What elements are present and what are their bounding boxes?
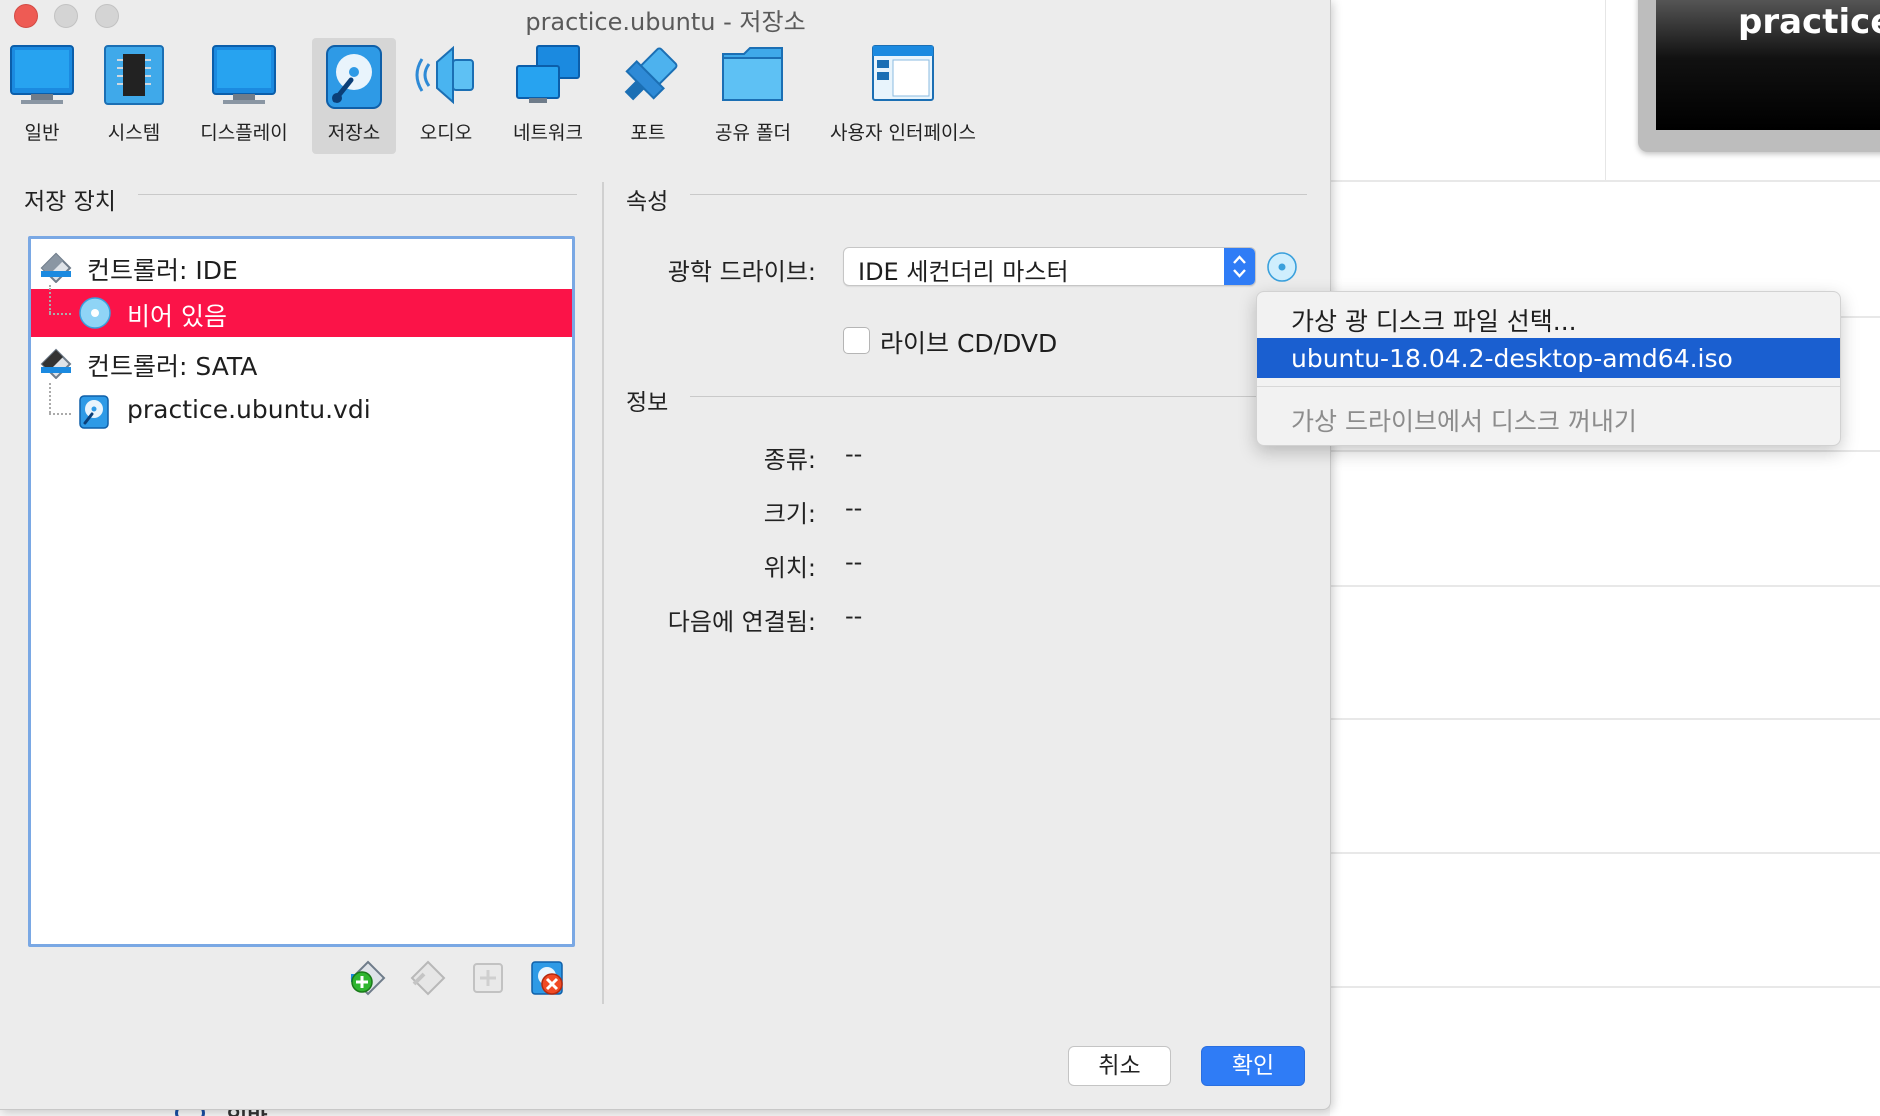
tree-item-label: 비어 있음	[127, 302, 227, 331]
tab-label: 사용자 인터페이스	[830, 122, 976, 144]
ui-window-icon	[872, 45, 934, 101]
pane-separator	[602, 182, 604, 1004]
info-location-value: --	[845, 548, 863, 576]
menu-item-label: 가상 광 디스크 파일 선택...	[1291, 307, 1577, 336]
menu-item-choose-disk-file[interactable]: 가상 광 디스크 파일 선택...	[1257, 296, 1840, 336]
tree-item-sata-controller[interactable]: 컨트롤러: SATA	[31, 339, 572, 387]
cd-icon	[79, 297, 111, 329]
vm-preview-screen: practice.u	[1656, 0, 1880, 130]
info-type-value: --	[845, 440, 863, 468]
folder-icon	[722, 47, 783, 101]
display-icon	[212, 45, 276, 104]
tab-system[interactable]: 시스템	[94, 38, 174, 154]
divider	[138, 194, 577, 195]
tree-item-vdi-disk[interactable]: practice.ubuntu.vdi	[31, 383, 572, 435]
monitor-icon	[10, 45, 74, 104]
tree-item-ide-controller[interactable]: 컨트롤러: IDE	[31, 243, 572, 291]
info-size-label: 크기:	[763, 500, 816, 528]
chevron-up-down-icon	[1224, 248, 1255, 285]
storage-icon	[326, 45, 382, 109]
optical-disk-menu: 가상 광 디스크 파일 선택... ubuntu-18.04.2-desktop…	[1256, 291, 1841, 446]
hard-disk-icon	[79, 395, 109, 429]
info-location-label: 위치:	[763, 554, 816, 582]
tab-label: 공유 폴더	[715, 122, 791, 144]
tree-connector	[49, 413, 71, 415]
optical-drive-value: IDE 세컨더리 마스터	[858, 258, 1069, 286]
live-cd-checkbox[interactable]	[843, 327, 870, 354]
live-cd-label: 라이브 CD/DVD	[880, 329, 1058, 358]
choose-disk-button[interactable]	[1266, 251, 1298, 283]
tab-audio[interactable]: 오디오	[408, 38, 484, 154]
tab-storage[interactable]: 저장소	[312, 38, 396, 154]
menu-item-eject-disk: 가상 드라이브에서 디스크 꺼내기	[1257, 396, 1840, 436]
menu-separator	[1257, 386, 1840, 387]
port-icon	[624, 47, 678, 101]
tree-connector	[49, 285, 51, 313]
controller-icon	[40, 252, 72, 283]
tab-label: 네트워크	[513, 122, 583, 144]
tab-shared-folders[interactable]: 공유 폴더	[706, 38, 800, 154]
tab-general[interactable]: 일반	[4, 38, 80, 154]
tree-item-label: 컨트롤러: SATA	[87, 352, 258, 381]
menu-item-label: ubuntu-18.04.2-desktop-amd64.iso	[1291, 344, 1733, 373]
storage-devices-heading: 저장 장치	[24, 189, 116, 215]
vm-preview-title: practice.u	[1738, 2, 1880, 42]
controller-icon	[40, 348, 72, 379]
storage-tree[interactable]: 컨트롤러: IDE 비어 있음 컨트롤러: SATA practice.ubun…	[28, 236, 575, 947]
chip-icon	[104, 45, 164, 105]
remove-attachment-icon[interactable]	[528, 958, 568, 998]
divider	[1330, 852, 1880, 854]
divider	[690, 396, 1307, 397]
tree-connector	[49, 383, 51, 413]
speaker-icon	[415, 45, 474, 105]
tree-item-empty-optical[interactable]: 비어 있음	[31, 285, 572, 337]
tree-connector	[49, 313, 71, 315]
divider	[1330, 718, 1880, 720]
network-icon	[516, 45, 580, 103]
info-attached-to-value: --	[845, 602, 863, 630]
info-attached-to-label: 다음에 연결됨:	[667, 608, 816, 636]
tab-network[interactable]: 네트워크	[500, 38, 596, 154]
tree-item-label: 컨트롤러: IDE	[87, 256, 238, 285]
tab-label: 포트	[630, 122, 666, 144]
attributes-heading: 속성	[626, 189, 669, 215]
tab-user-interface[interactable]: 사용자 인터페이스	[820, 38, 986, 154]
window-title: practice.ubuntu - 저장소	[525, 8, 806, 36]
tab-label: 오디오	[419, 122, 473, 144]
menu-item-ubuntu-iso[interactable]: ubuntu-18.04.2-desktop-amd64.iso	[1257, 338, 1840, 378]
tab-label: 디스플레이	[200, 122, 288, 144]
background-details-pane	[1330, 0, 1880, 1116]
tab-ports[interactable]: 포트	[610, 38, 686, 154]
tree-item-label: practice.ubuntu.vdi	[127, 395, 371, 424]
add-disk-icon	[473, 963, 503, 993]
tab-label: 시스템	[107, 122, 161, 144]
tab-label: 저장소	[327, 122, 381, 144]
divider	[1605, 0, 1606, 180]
optical-drive-label: 광학 드라이브:	[667, 258, 816, 286]
tab-display[interactable]: 디스플레이	[194, 38, 294, 154]
storage-settings-dialog: practice.ubuntu - 저장소 일반 시스템 디스플레이 저장소 오…	[0, 0, 1331, 1110]
ok-button[interactable]: 확인	[1201, 1046, 1305, 1086]
info-heading: 정보	[626, 390, 669, 416]
add-attachment-icon	[410, 960, 446, 996]
add-controller-icon[interactable]	[348, 958, 388, 998]
info-type-label: 종류:	[763, 446, 816, 474]
cancel-button[interactable]: 취소	[1068, 1046, 1171, 1086]
divider	[1330, 585, 1880, 587]
tab-label: 일반	[24, 122, 60, 144]
divider	[1330, 450, 1880, 452]
menu-item-label: 가상 드라이브에서 디스크 꺼내기	[1291, 407, 1637, 436]
optical-drive-select[interactable]: IDE 세컨더리 마스터	[843, 247, 1256, 286]
divider	[690, 194, 1307, 195]
divider	[1330, 986, 1880, 988]
info-size-value: --	[845, 494, 863, 522]
vm-preview: practice.u	[1638, 0, 1880, 152]
divider	[1330, 180, 1880, 182]
